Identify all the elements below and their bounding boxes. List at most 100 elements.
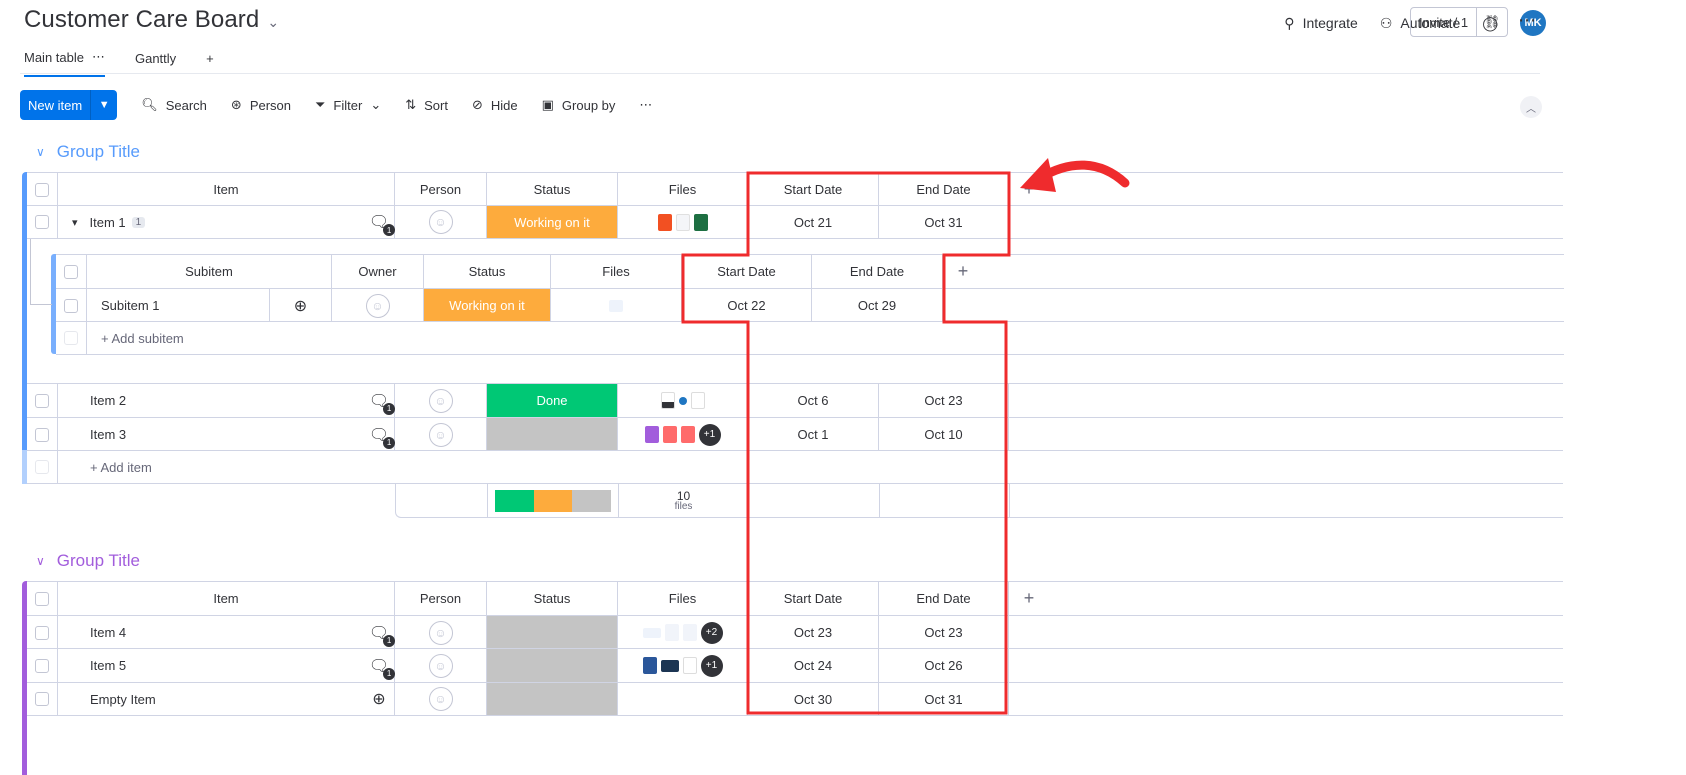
chevron-down-icon[interactable]: ∨ bbox=[36, 554, 45, 568]
person-cell[interactable]: ☺ bbox=[395, 616, 487, 649]
row-select-cell[interactable] bbox=[56, 289, 87, 322]
status-cell[interactable]: Working on it bbox=[424, 289, 551, 322]
column-header-subitem[interactable]: Subitem bbox=[87, 255, 332, 288]
column-header-item[interactable]: Item bbox=[58, 173, 395, 206]
board-title[interactable]: Customer Care Board ⌄ bbox=[24, 6, 279, 34]
item-name-cell[interactable]: Item 4 bbox=[58, 616, 364, 649]
updates-cell[interactable]: 🗨︎ 1 bbox=[364, 418, 396, 451]
more-options-icon[interactable]: ⋯ bbox=[1518, 10, 1537, 31]
files-cell[interactable]: +2 bbox=[618, 616, 748, 649]
row-select-cell[interactable] bbox=[27, 683, 58, 715]
files-cell[interactable]: +1 bbox=[618, 418, 748, 451]
status-cell[interactable]: Done bbox=[487, 384, 618, 417]
item-name-cell[interactable]: Empty Item bbox=[58, 683, 364, 715]
more-files-badge[interactable]: +2 bbox=[700, 621, 723, 644]
person-cell[interactable]: ☺ bbox=[395, 418, 487, 451]
end-date-cell[interactable]: Oct 23 bbox=[879, 616, 1009, 649]
end-date-cell[interactable]: Oct 31 bbox=[879, 683, 1009, 715]
table-row[interactable]: Empty Item ⊕ ☺ Oct 30 Oct 31 bbox=[27, 682, 1563, 716]
checkbox[interactable] bbox=[35, 591, 49, 606]
group-by-button[interactable]: ▣ Group by bbox=[542, 97, 616, 113]
chevron-down-icon[interactable]: ⌄ bbox=[370, 97, 381, 113]
row-select-cell[interactable] bbox=[27, 384, 58, 417]
column-header-item[interactable]: Item bbox=[58, 582, 395, 615]
checkbox[interactable] bbox=[35, 625, 49, 640]
column-header-status[interactable]: Status bbox=[487, 582, 618, 615]
files-cell[interactable] bbox=[551, 289, 682, 322]
collapse-icon[interactable]: ︿ bbox=[1520, 96, 1542, 118]
status-summary-bar[interactable] bbox=[488, 484, 619, 517]
column-header-status[interactable]: Status bbox=[424, 255, 551, 288]
status-cell[interactable] bbox=[487, 616, 618, 649]
search-button[interactable]: 🔍︎ Search bbox=[141, 97, 207, 113]
updates-cell[interactable]: 🗨︎ 1 bbox=[364, 206, 396, 238]
end-date-cell[interactable]: Oct 29 bbox=[812, 289, 943, 322]
add-column-button[interactable]: + bbox=[1009, 173, 1049, 206]
column-header-start-date[interactable]: Start Date bbox=[748, 582, 879, 615]
files-cell[interactable] bbox=[618, 384, 748, 417]
column-header-end-date[interactable]: End Date bbox=[879, 173, 1009, 206]
checkbox[interactable] bbox=[35, 215, 49, 229]
owner-cell[interactable]: ☺ bbox=[332, 289, 424, 322]
end-date-cell[interactable]: Oct 31 bbox=[879, 206, 1009, 238]
more-files-badge[interactable]: +1 bbox=[700, 654, 723, 677]
group-title[interactable]: ∨ Group Title bbox=[36, 551, 140, 571]
start-date-cell[interactable]: Oct 22 bbox=[682, 289, 812, 322]
end-date-cell[interactable]: Oct 10 bbox=[879, 418, 1009, 451]
row-select-cell[interactable] bbox=[27, 616, 58, 649]
select-all-cell[interactable] bbox=[27, 173, 58, 206]
table-row[interactable]: Item 2 🗨︎ 1 ☺ Done Oct 6 Oct 23 bbox=[27, 383, 1563, 417]
start-date-cell[interactable]: Oct 23 bbox=[748, 616, 879, 649]
table-row[interactable]: ▾ Item 1 1 🗨︎ 1 ☺ Working on it Oct 21 Oc… bbox=[27, 205, 1563, 239]
add-item-row[interactable]: + Add item bbox=[27, 450, 1563, 484]
chevron-down-icon[interactable]: ⌄ bbox=[267, 14, 279, 31]
column-header-owner[interactable]: Owner bbox=[332, 255, 424, 288]
person-cell[interactable]: ☺ bbox=[395, 683, 487, 715]
column-header-files[interactable]: Files bbox=[551, 255, 682, 288]
start-date-cell[interactable]: Oct 24 bbox=[748, 649, 879, 682]
add-column-button[interactable]: + bbox=[943, 255, 983, 288]
more-options-icon[interactable]: ⋯ bbox=[639, 97, 652, 113]
updates-cell[interactable]: 🗨︎ 1 bbox=[364, 649, 396, 682]
person-cell[interactable]: ☺ bbox=[395, 384, 487, 417]
subitem-count-badge[interactable]: 1 bbox=[131, 216, 146, 228]
table-row[interactable]: Item 3 🗨︎ 1 ☺ +1 Oct 1 Oct 10 bbox=[27, 417, 1563, 451]
updates-cell[interactable]: 🗨︎ 1 bbox=[364, 384, 396, 417]
hide-button[interactable]: ⊘ Hide bbox=[472, 97, 518, 113]
column-header-end-date[interactable]: End Date bbox=[879, 582, 1009, 615]
subitem-row[interactable]: Subitem 1 ⊕ ☺ Working on it Oct 22 Oct 2… bbox=[56, 288, 1564, 322]
item-name-cell[interactable]: Item 3 bbox=[58, 418, 364, 451]
select-all-cell[interactable] bbox=[27, 582, 58, 615]
updates-cell[interactable]: ⊕ bbox=[270, 289, 332, 322]
start-date-cell[interactable]: Oct 21 bbox=[748, 206, 879, 238]
chevron-down-icon[interactable]: ▾ bbox=[72, 216, 78, 229]
more-files-badge[interactable]: +1 bbox=[698, 423, 721, 446]
sort-button[interactable]: ⇅ Sort bbox=[405, 97, 448, 113]
chevron-down-icon[interactable]: ∨ bbox=[36, 145, 45, 159]
column-header-status[interactable]: Status bbox=[487, 173, 618, 206]
link-icon[interactable]: ⛓ bbox=[1477, 8, 1507, 36]
column-header-person[interactable]: Person bbox=[395, 173, 487, 206]
item-name-cell[interactable]: Item 2 bbox=[58, 384, 364, 417]
column-header-files[interactable]: Files bbox=[618, 173, 748, 206]
add-subitem-row[interactable]: + Add subitem bbox=[56, 321, 1564, 355]
person-cell[interactable]: ☺ bbox=[395, 649, 487, 682]
column-header-end-date[interactable]: End Date bbox=[812, 255, 943, 288]
column-header-files[interactable]: Files bbox=[618, 582, 748, 615]
checkbox[interactable] bbox=[35, 658, 49, 673]
column-header-start-date[interactable]: Start Date bbox=[682, 255, 812, 288]
checkbox[interactable] bbox=[35, 427, 49, 442]
end-date-cell[interactable]: Oct 26 bbox=[879, 649, 1009, 682]
files-cell[interactable] bbox=[618, 206, 748, 238]
invite-button[interactable]: Invite / 1 ⛓ bbox=[1410, 7, 1509, 37]
select-all-cell[interactable] bbox=[56, 255, 87, 288]
add-column-button[interactable]: + bbox=[1009, 582, 1049, 615]
files-summary-cell[interactable]: 10 files bbox=[619, 484, 749, 517]
checkbox[interactable] bbox=[35, 692, 49, 706]
updates-cell[interactable]: 🗨︎ 1 bbox=[364, 616, 396, 649]
status-cell[interactable] bbox=[487, 418, 618, 451]
start-date-cell[interactable]: Oct 6 bbox=[748, 384, 879, 417]
files-cell[interactable] bbox=[618, 683, 748, 715]
chevron-down-icon[interactable]: ▼ bbox=[91, 90, 117, 120]
more-icon[interactable]: ⋯ bbox=[92, 49, 105, 65]
